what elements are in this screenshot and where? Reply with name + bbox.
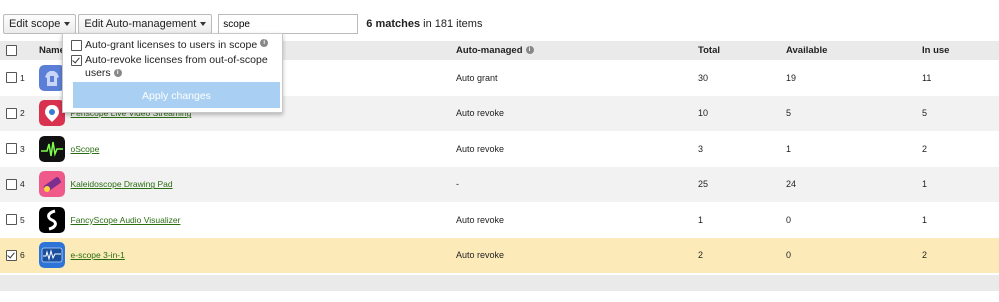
select-all-header — [0, 41, 39, 60]
row-select-cell: 5 — [0, 202, 39, 238]
total-cell: 10 — [698, 108, 709, 119]
row-select-cell: 6 — [0, 238, 39, 274]
fancyscope-icon — [39, 206, 65, 233]
auto-revoke-option[interactable]: Auto-revoke licenses from out-of-scope u… — [71, 54, 268, 80]
in-use-cell: 2 — [922, 143, 928, 154]
chevron-down-icon — [64, 22, 71, 26]
apply-changes-button[interactable]: Apply changes — [73, 82, 280, 108]
info-icon[interactable]: i — [260, 39, 269, 47]
auto-grant-label: Auto-grant licenses to users in scope — [85, 39, 258, 51]
app-name-link[interactable]: e-scope 3-in-1 — [71, 250, 125, 260]
auto-managed-cell: Auto grant — [456, 72, 498, 83]
total-cell: 1 — [698, 214, 704, 225]
in-use-cell: 5 — [922, 108, 928, 119]
auto-managed-cell: Auto revoke — [456, 214, 505, 225]
auto-management-dropdown: Auto-grant licenses to users in scope i … — [62, 33, 283, 113]
total-column-header[interactable]: Total — [698, 41, 786, 60]
auto-revoke-label-line1: Auto-revoke licenses from out-of-scope — [85, 54, 268, 66]
row-index: 6 — [20, 250, 25, 261]
row-checkbox[interactable] — [6, 214, 17, 226]
available-cell: 0 — [786, 250, 792, 261]
in-use-column-header[interactable]: In use — [922, 41, 999, 60]
available-cell: 19 — [786, 72, 797, 83]
auto-revoke-label-line2: users — [85, 67, 111, 79]
auto-revoke-checkbox[interactable] — [71, 55, 82, 66]
row-select-cell: 3 — [0, 131, 39, 167]
auto-managed-cell: Auto revoke — [456, 108, 505, 119]
row-index: 1 — [20, 72, 25, 83]
available-cell: 1 — [786, 143, 792, 154]
auto-managed-column-header[interactable]: Auto-managed i — [456, 41, 698, 60]
app-name-cell: e-scope 3-in-1 — [39, 238, 456, 274]
table-footer — [0, 275, 999, 291]
edit-scope-label: Edit scope — [9, 18, 61, 30]
row-checkbox[interactable] — [6, 72, 17, 84]
app-name-cell: Kaleidoscope Drawing Pad — [39, 167, 456, 203]
search-input[interactable] — [218, 14, 359, 34]
auto-managed-cell: - — [456, 179, 459, 190]
available-cell: 5 — [786, 108, 792, 119]
available-column-header[interactable]: Available — [786, 41, 922, 60]
toolbar: Edit scope Edit Auto-management 6 matche… — [3, 14, 482, 34]
table-row[interactable]: 6 e-scope 3-in-1 Auto revoke 2 0 2 — [0, 237, 999, 274]
available-cell: 0 — [786, 214, 792, 225]
edit-scope-button[interactable]: Edit scope — [3, 14, 77, 34]
info-icon[interactable]: i — [525, 46, 534, 55]
match-count: 6 matches in 181 items — [366, 18, 483, 30]
in-use-header-label: In use — [922, 45, 950, 56]
row-index: 2 — [20, 108, 25, 119]
chevron-down-icon — [200, 22, 207, 26]
select-all-checkbox[interactable] — [6, 44, 17, 56]
in-use-cell: 2 — [922, 250, 928, 261]
table-row[interactable]: 5 FancyScope Audio Visualizer Auto revok… — [0, 202, 999, 238]
row-select-cell: 2 — [0, 96, 39, 132]
total-cell: 2 — [698, 250, 704, 261]
app-name-cell: FancyScope Audio Visualizer — [39, 202, 456, 238]
total-cell: 30 — [698, 72, 709, 83]
app-name-cell: oScope — [39, 131, 456, 167]
auto-managed-header-label: Auto-managed — [456, 45, 523, 56]
auto-managed-cell: Auto revoke — [456, 250, 505, 261]
auto-grant-option[interactable]: Auto-grant licenses to users in scope i — [71, 39, 269, 51]
in-use-cell: 1 — [922, 179, 928, 190]
table-row[interactable]: 3 oScope Auto revoke 3 1 2 — [0, 131, 999, 167]
edit-auto-management-label: Edit Auto-management — [84, 18, 197, 30]
escope-icon — [39, 242, 65, 269]
row-checkbox[interactable] — [6, 143, 17, 155]
in-use-cell: 1 — [922, 214, 928, 225]
total-header-label: Total — [698, 45, 720, 56]
row-select-cell: 1 — [0, 60, 39, 96]
auto-grant-checkbox[interactable] — [71, 40, 82, 51]
in-use-cell: 11 — [922, 72, 932, 83]
name-header-label: Name — [39, 45, 65, 56]
total-cell: 3 — [698, 143, 704, 154]
row-index: 5 — [20, 214, 25, 225]
app-name-link[interactable]: oScope — [71, 144, 100, 154]
total-cell: 25 — [698, 179, 709, 190]
available-cell: 24 — [786, 179, 797, 190]
table-row[interactable]: 4 Kaleidoscope Drawing Pad - 25 24 1 — [0, 166, 999, 203]
row-checkbox[interactable] — [6, 107, 17, 119]
kaleidoscope-icon — [39, 171, 65, 198]
oscope-icon — [39, 135, 65, 162]
row-index: 3 — [20, 143, 25, 154]
available-header-label: Available — [786, 45, 828, 56]
edit-auto-management-button[interactable]: Edit Auto-management — [78, 14, 213, 34]
row-select-cell: 4 — [0, 167, 39, 203]
app-name-link[interactable]: FancyScope Audio Visualizer — [71, 215, 181, 225]
auto-revoke-label: Auto-revoke licenses from out-of-scope u… — [85, 54, 268, 80]
row-index: 4 — [20, 179, 25, 190]
info-icon[interactable]: i — [113, 69, 122, 78]
row-checkbox[interactable] — [6, 249, 17, 261]
app-name-link[interactable]: Kaleidoscope Drawing Pad — [71, 179, 173, 189]
row-checkbox[interactable] — [6, 178, 17, 190]
auto-managed-cell: Auto revoke — [456, 143, 505, 154]
